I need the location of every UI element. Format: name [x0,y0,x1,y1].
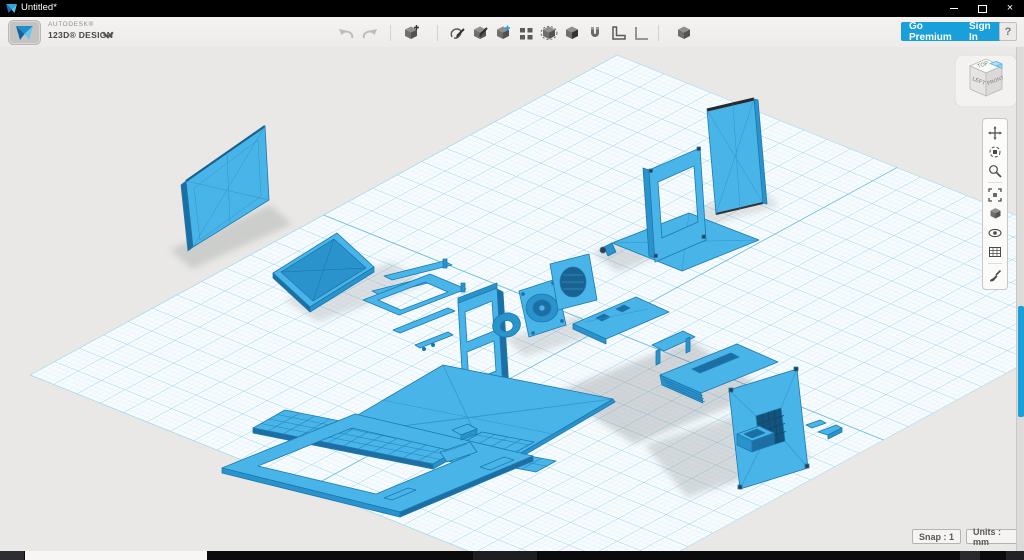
shaded-view-icon [988,206,1003,221]
scrollbar-thumb[interactable] [1018,306,1024,417]
snap-button[interactable] [585,23,605,43]
redo-icon [361,25,379,41]
part-tall-panel-right[interactable] [707,99,767,214]
maximize-button[interactable] [968,0,996,17]
maximize-icon [978,5,987,13]
minimize-icon [950,8,958,9]
modify-button[interactable] [493,23,513,43]
shaded-view-button[interactable] [983,204,1007,223]
orbit-button[interactable] [983,142,1007,161]
pan-icon [988,126,1002,140]
toolbar-separator [658,25,659,41]
viewport-3d-canvas[interactable]: TOP LEFT FRONT [0,47,1024,551]
os-taskbar[interactable] [0,551,1024,560]
measure-ruler-icon [609,24,627,42]
sketch-button[interactable] [447,23,467,43]
grouping-button[interactable] [539,23,559,43]
taskbar-segment[interactable] [960,551,980,560]
grid-icon [988,245,1002,259]
pattern-button[interactable] [516,23,536,43]
sketch-icon [448,24,466,42]
zoom-button[interactable] [983,161,1007,180]
app-window: Untitled* × AUTODESK® 123D® DESIGN [0,0,1024,560]
measure-button[interactable] [608,23,628,43]
combine-icon [563,24,581,42]
taskbar-segment[interactable] [1006,551,1024,560]
construct-icon [471,24,489,42]
zoom-magnifier-icon [988,164,1002,178]
fit-view-button[interactable] [983,185,1007,204]
help-button[interactable]: ? [999,22,1017,41]
scene-svg [0,47,1024,551]
combine-button[interactable] [562,23,582,43]
minimize-button[interactable] [940,0,968,17]
pattern-icon [517,24,535,42]
app-logo-icon [6,3,17,14]
orbit-icon [988,145,1002,159]
navigation-palette [982,118,1008,290]
close-button[interactable]: × [996,0,1024,17]
primitives-icon [402,24,420,42]
vertical-scrollbar[interactable] [1016,47,1024,551]
snap-setting[interactable]: Snap : 1 [912,529,961,544]
taskbar-active-app[interactable] [25,551,207,560]
undo-button[interactable] [336,23,356,43]
material-button[interactable] [983,266,1007,285]
paintbrush-icon [988,269,1002,283]
3d-print-icon [675,24,693,42]
part-speaker-panel[interactable] [550,254,597,310]
taskbar-segment[interactable] [0,551,24,560]
toolbar-separator [437,25,438,41]
primitives-button[interactable] [401,23,421,43]
palette-divider [988,263,1002,264]
3d-print-button[interactable] [674,23,694,43]
pan-button[interactable] [983,123,1007,142]
eye-icon [988,226,1002,240]
toolbar-separator [390,25,391,41]
titlebar: Untitled* × [0,0,1024,17]
grid-settings-button[interactable] [983,242,1007,261]
window-title: Untitled* [21,2,57,13]
taskbar-segment[interactable] [473,551,537,560]
brand-logo-icon[interactable] [8,20,41,45]
fit-view-icon [988,188,1002,202]
redo-button[interactable] [360,23,380,43]
snap-magnet-icon [586,24,604,42]
measure-angle-button[interactable] [631,23,651,43]
construct-button[interactable] [470,23,490,43]
modify-icon [494,24,512,42]
angle-icon [632,24,650,42]
brand-autodesk: AUTODESK® [48,22,113,29]
view-cube[interactable]: TOP LEFT FRONT [954,54,1018,110]
visibility-button[interactable] [983,223,1007,242]
undo-icon [337,25,355,41]
palette-divider [988,182,1002,183]
close-icon: × [1007,3,1013,14]
main-toolbar: AUTODESK® 123D® DESIGN [0,17,1024,48]
grouping-icon [540,24,558,42]
